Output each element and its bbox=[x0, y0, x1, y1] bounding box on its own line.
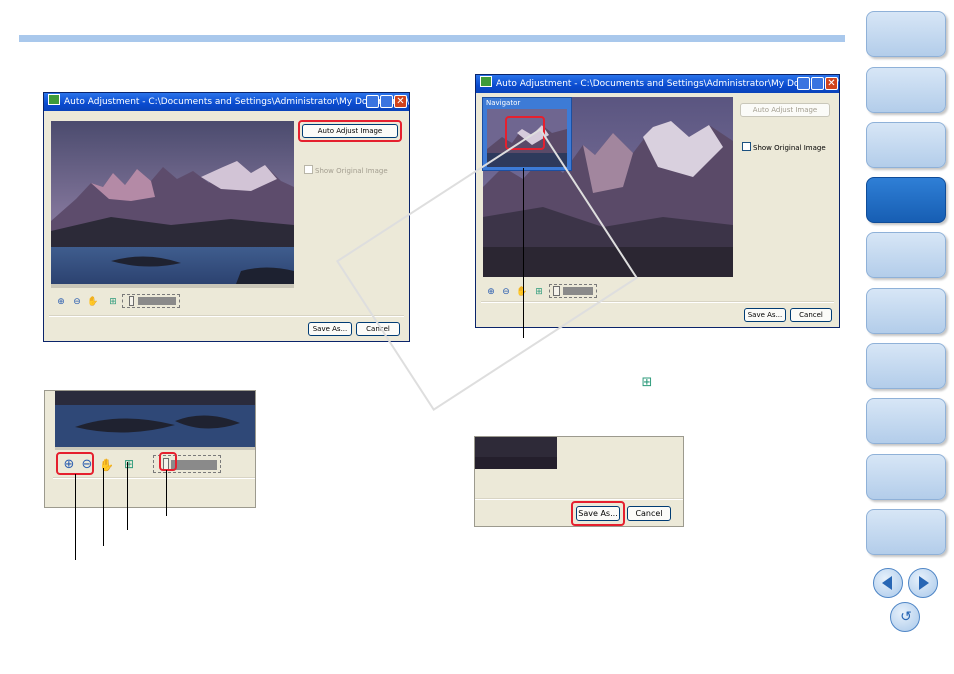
window-title: Auto Adjustment - C:\Documents and Setti… bbox=[64, 97, 409, 107]
window-titlebar: Auto Adjustment - C:\Documents and Setti… bbox=[44, 93, 409, 111]
return-icon: ↺ bbox=[900, 609, 912, 625]
nav-button-3[interactable] bbox=[866, 122, 946, 168]
cancel-button[interactable]: Cancel bbox=[790, 308, 832, 322]
preview-image-crop bbox=[475, 437, 557, 469]
nav-button-8[interactable] bbox=[866, 398, 946, 444]
maximize-button[interactable] bbox=[811, 77, 824, 90]
app-icon bbox=[48, 94, 60, 105]
window-titlebar: Auto Adjustment - C:\Documents and Setti… bbox=[476, 75, 839, 93]
arrow-left-icon bbox=[882, 576, 892, 590]
navigator-label: Navigator bbox=[486, 99, 521, 107]
callout-line bbox=[75, 474, 76, 560]
nav-button-4-active[interactable] bbox=[866, 177, 946, 223]
lake-photo bbox=[55, 391, 255, 447]
zoom-buttons-highlight bbox=[56, 452, 94, 475]
nav-button-1[interactable] bbox=[866, 11, 946, 57]
return-button[interactable]: ↺ bbox=[890, 602, 920, 632]
nav-button-5[interactable] bbox=[866, 232, 946, 278]
callout-line bbox=[166, 470, 167, 516]
zoom-slider-thumb[interactable] bbox=[129, 296, 134, 306]
auto-adjust-image-button[interactable]: Auto Adjust Image bbox=[740, 103, 830, 117]
header-bar bbox=[19, 35, 845, 42]
separator bbox=[49, 315, 404, 317]
separator bbox=[475, 498, 683, 500]
next-page-button[interactable] bbox=[908, 568, 938, 598]
nav-button-7[interactable] bbox=[866, 343, 946, 389]
maximize-button[interactable] bbox=[380, 95, 393, 108]
zoom-in-icon[interactable]: ⊕ bbox=[56, 297, 66, 307]
zoom-slider[interactable] bbox=[122, 294, 180, 308]
fit-to-window-icon[interactable]: ⊞ bbox=[122, 457, 136, 471]
slider-highlight bbox=[159, 452, 177, 471]
nav-button-6[interactable] bbox=[866, 288, 946, 334]
auto-adjust-highlight bbox=[298, 120, 402, 142]
fit-to-window-icon: ⊞ bbox=[641, 375, 653, 390]
show-original-label: Show Original Image bbox=[315, 167, 388, 175]
window-title: Auto Adjustment - C:\Documents and Setti… bbox=[496, 79, 839, 89]
save-as-closeup: Save As... Cancel bbox=[474, 436, 684, 527]
nav-button-2[interactable] bbox=[866, 67, 946, 113]
close-button[interactable]: ✕ bbox=[825, 77, 838, 90]
callout-line bbox=[103, 468, 104, 546]
show-original-label: Show Original Image bbox=[753, 144, 826, 152]
fit-to-window-icon[interactable]: ⊞ bbox=[108, 297, 118, 307]
separator bbox=[53, 477, 255, 479]
arrow-right-icon bbox=[919, 576, 929, 590]
save-as-button[interactable]: Save As... bbox=[308, 322, 352, 336]
callout-line bbox=[127, 462, 128, 530]
dark-photo bbox=[475, 437, 557, 469]
minimize-button[interactable] bbox=[366, 95, 379, 108]
checkbox-box bbox=[304, 165, 313, 174]
preview-image-crop bbox=[55, 391, 255, 447]
nav-button-9[interactable] bbox=[866, 454, 946, 500]
auto-adjustment-window: Auto Adjustment - C:\Documents and Setti… bbox=[43, 92, 410, 342]
app-icon bbox=[480, 76, 492, 87]
zoom-out-icon[interactable]: ⊖ bbox=[72, 297, 82, 307]
previous-page-button[interactable] bbox=[873, 568, 903, 598]
close-button[interactable]: ✕ bbox=[394, 95, 407, 108]
show-original-checkbox[interactable]: Show Original Image bbox=[304, 165, 388, 175]
mountain-photo bbox=[51, 121, 294, 284]
save-as-highlight bbox=[571, 501, 625, 526]
show-original-checkbox[interactable]: Show Original Image bbox=[742, 142, 826, 152]
nav-button-10[interactable] bbox=[866, 509, 946, 555]
minimize-button[interactable] bbox=[797, 77, 810, 90]
hand-tool-icon[interactable]: ✋ bbox=[87, 297, 98, 307]
checkbox-box bbox=[742, 142, 751, 151]
cancel-button[interactable]: Cancel bbox=[627, 506, 671, 521]
preview-image[interactable] bbox=[51, 121, 294, 284]
save-as-button[interactable]: Save As... bbox=[744, 308, 786, 322]
hand-tool-icon[interactable]: ✋ bbox=[99, 458, 114, 472]
